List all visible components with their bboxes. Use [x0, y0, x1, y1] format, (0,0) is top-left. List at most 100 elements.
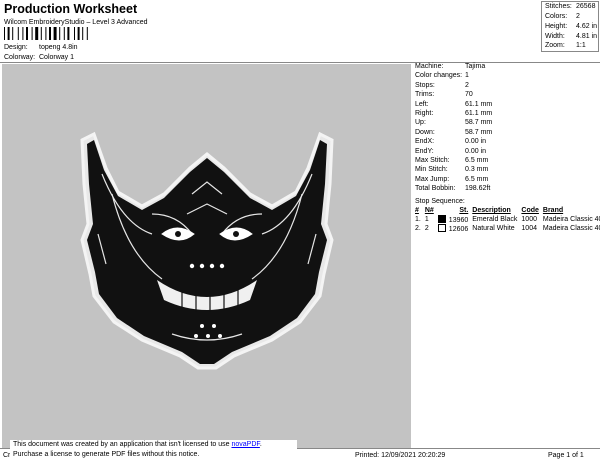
stat-row: Trims: 70: [415, 91, 473, 98]
barcode-bar: [67, 27, 70, 40]
design-preview: [2, 64, 411, 449]
stat-row: Total Bobbin: 198.62ft: [415, 185, 490, 192]
barcode-bar: [45, 27, 47, 40]
design-label: Design:: [4, 44, 28, 51]
summary-width: Width: 4.81 in: [545, 33, 598, 40]
stat-value: 70: [465, 91, 473, 99]
printed-timestamp: Printed: 12/09/2021 20:20:29: [355, 452, 446, 459]
stat-row: Up: 58.7 mm: [415, 119, 492, 126]
barcode-bar: [35, 27, 39, 40]
stat-label: Left:: [415, 100, 429, 108]
page-title: Production Worksheet: [4, 2, 138, 16]
col-stitches: St.: [459, 207, 469, 214]
stat-row: Min Stitch: 0.3 mm: [415, 166, 488, 173]
colorway-value: Colorway 1: [39, 54, 75, 61]
stat-label: Color changes:: [415, 72, 463, 80]
stat-value: 1: [465, 72, 469, 80]
stat-label: EndY:: [415, 147, 434, 155]
stat-label: EndX:: [415, 138, 435, 146]
cell-needle: 1: [424, 216, 429, 223]
header-divider: [0, 62, 600, 63]
stat-row: Left: 61.1 mm: [415, 101, 492, 108]
summary-colors: Colors: 2: [545, 13, 580, 20]
barcode-bar: [26, 27, 28, 40]
table-row: 2. 2 12606 Natural White 1004 Madeira Classic…: [414, 224, 600, 233]
cell-num: 2.: [415, 225, 421, 232]
color-swatch: [437, 224, 446, 232]
cell-stitches: 13960: [437, 215, 471, 224]
stop-sequence-label: Stop Sequence:: [415, 198, 465, 205]
stat-value: 0.3 mm: [465, 166, 489, 174]
summary-height: Height: 4.62 in: [545, 23, 598, 30]
barcode-bar: [40, 27, 42, 40]
stat-value: 61.1 mm: [465, 100, 493, 108]
stat-label: Max Jump:: [415, 175, 450, 183]
stat-row: Stops: 2: [415, 82, 469, 89]
cell-needle: 2: [424, 225, 429, 232]
stat-value: 0.00 in: [465, 138, 487, 146]
stat-row: Down: 58.7 mm: [415, 129, 492, 136]
barcode-bar: [7, 27, 10, 40]
cell-stitches: 12606: [437, 224, 471, 233]
stat-row: Machine: Tajima: [415, 63, 485, 70]
colorway-label: Colorway:: [4, 54, 36, 61]
stat-row: Color changes: 1: [415, 72, 469, 79]
design-row: Design: topeng 4.8in: [4, 44, 78, 51]
barcode-bar: [17, 27, 19, 40]
stat-value: 0.00 in: [465, 147, 487, 155]
summary-stitches: Stitches: 26568: [545, 3, 596, 10]
stat-label: Total Bobbin:: [415, 185, 456, 193]
stat-value: 6.5 mm: [465, 157, 489, 164]
embroidery-mask-image: [80, 131, 334, 370]
stat-row: EndX: 0.00 in: [415, 138, 486, 145]
col-code: Code: [521, 207, 539, 214]
stat-value: 6.5 mm: [465, 175, 489, 183]
stat-row: EndY: 0.00 in: [415, 148, 486, 155]
design-summary-box: Stitches: 26568 Colors: 2 Height: 4.62 in W…: [541, 1, 599, 52]
barcode-bar: [74, 27, 75, 40]
col-num: #: [415, 207, 419, 214]
stat-label: Up:: [415, 119, 426, 127]
table-header-row: # N# St. Description Code Brand: [414, 206, 600, 215]
stat-value: 2: [465, 81, 469, 89]
col-needle: N#: [424, 207, 434, 214]
barcode-bar: [77, 27, 80, 40]
col-brand: Brand: [542, 207, 564, 214]
barcode-bar: [86, 27, 88, 40]
stat-value: 198.62ft: [465, 185, 491, 193]
design-value: topeng 4.8in: [39, 44, 78, 51]
col-description: Description: [472, 207, 511, 214]
barcode: [4, 27, 88, 40]
stat-row: Right: 61.1 mm: [415, 110, 492, 117]
barcode-bar: [12, 27, 14, 40]
stat-value: 58.7 mm: [465, 128, 493, 136]
cell-num: 1.: [415, 216, 421, 223]
stitch-count: 12606: [448, 226, 469, 233]
stat-label: Max Stitch:: [415, 157, 450, 164]
barcode-bar: [31, 27, 33, 40]
stop-sequence-table: # N# St. Description Code Brand 1. 1 13960…: [414, 206, 600, 233]
novapdf-link[interactable]: novaPDF: [231, 441, 259, 448]
software-name: Wilcom EmbroideryStudio – Level 3 Advanc…: [4, 19, 148, 26]
stitch-count: 13960: [448, 217, 469, 224]
notice-line-2: Purchase a license to generate PDF files…: [13, 451, 200, 458]
stat-row: Max Stitch: 6.5 mm: [415, 157, 488, 164]
notice-line-1: This document was created by an applicat…: [13, 441, 262, 448]
stat-label: Down:: [415, 128, 435, 136]
license-notice: This document was created by an applicat…: [10, 440, 297, 460]
cell-description: Natural White: [472, 225, 515, 232]
colorway-row: Colorway: Colorway 1: [4, 54, 74, 61]
barcode-bar: [22, 27, 24, 40]
cell-brand: Madeira Classic 40: [542, 216, 600, 223]
color-swatch: [437, 215, 446, 223]
page-number: Page 1 of 1: [548, 452, 584, 459]
stat-label: Trims:: [415, 91, 435, 99]
cell-description: Emerald Black: [472, 216, 518, 223]
stat-label: Min Stitch:: [415, 166, 448, 174]
stat-label: Stops:: [415, 81, 435, 89]
barcode-bar: [4, 27, 5, 40]
cell-brand: Madeira Classic 40: [542, 225, 600, 232]
cell-code: 1000: [521, 216, 537, 223]
stat-row: Max Jump: 6.5 mm: [415, 176, 488, 183]
barcode-bar: [59, 27, 61, 40]
